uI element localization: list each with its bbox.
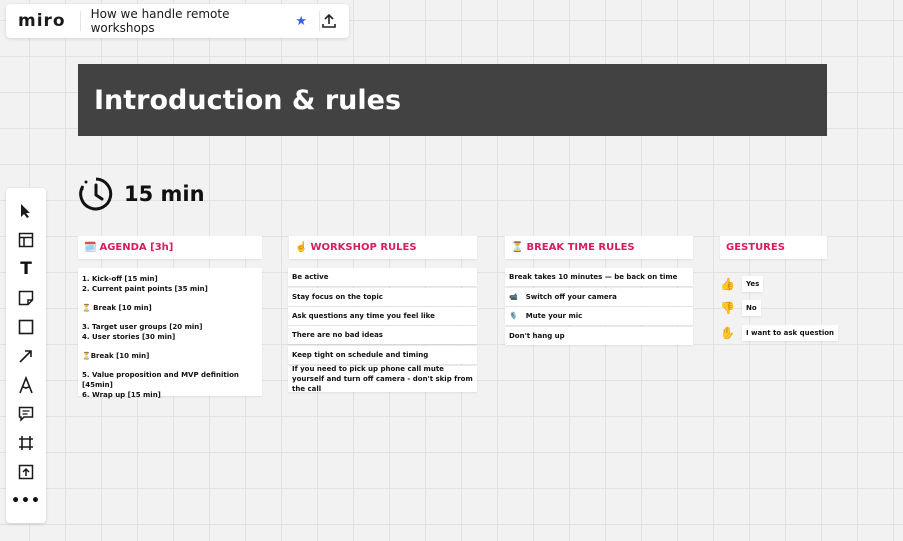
miro-logo[interactable]: miro	[18, 11, 66, 31]
agenda-header[interactable]: 🗓️ AGENDA [3h]	[78, 236, 262, 259]
agenda-line: 6. Wrap up [15 min]	[82, 391, 161, 399]
gesture-label: No	[742, 300, 761, 316]
templates-icon[interactable]	[16, 230, 36, 250]
star-icon[interactable]: ★	[295, 14, 307, 29]
break-rule[interactable]: 🎙️ Mute your mic	[505, 307, 693, 325]
pen-icon[interactable]	[16, 375, 36, 395]
divider	[79, 11, 81, 31]
page-title: Introduction & rules	[94, 84, 402, 116]
workshop-rule[interactable]: Be active	[288, 268, 477, 286]
gesture-item[interactable]: ✋ I want to ask question	[720, 325, 839, 341]
gesture-label: Yes	[742, 276, 764, 292]
gestures-header[interactable]: GESTURES	[720, 236, 827, 259]
break-rule[interactable]: 📹 Switch off your camera	[505, 288, 693, 306]
thumbs-up-icon: 👍	[720, 277, 735, 291]
agenda-card[interactable]: 1. Kick-off [15 min] 2. Current paint po…	[78, 268, 262, 399]
break-rule-text: Don't hang up	[509, 332, 565, 340]
workshop-rule[interactable]: If you need to pick up phone call mute y…	[288, 365, 477, 393]
break-rule-text: Mute your mic	[525, 312, 583, 320]
calendar-icon: 🗓️	[84, 242, 97, 253]
agenda-title: AGENDA [3h]	[99, 242, 174, 253]
workshop-rule[interactable]: Keep tight on schedule and timing	[288, 346, 477, 364]
thumbs-down-icon: 👎	[720, 301, 735, 315]
top-bar: miro How we handle remote workshops ★	[6, 4, 349, 38]
gesture-item[interactable]: 👎 No	[720, 300, 761, 316]
raised-hand-icon: ✋	[720, 326, 735, 340]
timer-label: 15 min	[124, 182, 205, 206]
break-rule[interactable]: Don't hang up	[505, 327, 693, 345]
break-rules-title: BREAK TIME RULES	[526, 242, 635, 253]
timer[interactable]: 15 min	[78, 176, 205, 212]
workshop-rules-header[interactable]: ☝️ WORKSHOP RULES	[289, 236, 477, 259]
gesture-label: I want to ask question	[742, 325, 839, 341]
break-rules-header[interactable]: ⏳ BREAK TIME RULES	[505, 236, 693, 259]
agenda-line: 4. User stories [30 min]	[82, 333, 176, 341]
agenda-line: 1. Kick-off [15 min]	[82, 275, 158, 283]
select-cursor-icon[interactable]	[16, 201, 36, 221]
more-icon[interactable]: •••	[11, 491, 40, 511]
title-banner[interactable]: Introduction & rules	[78, 64, 827, 136]
agenda-line: 5. Value proposition and MVP definition …	[82, 371, 239, 389]
workshop-rules-title: WORKSHOP RULES	[310, 242, 417, 253]
pointing-finger-icon: ☝️	[295, 242, 308, 253]
left-toolbar: T •••	[6, 188, 46, 523]
board-title[interactable]: How we handle remote workshops	[91, 7, 288, 35]
break-rule[interactable]: Break takes 10 minutes — be back on time	[505, 268, 693, 286]
break-rule-text: Switch off your camera	[525, 293, 617, 301]
gestures-title: GESTURES	[726, 242, 785, 253]
gesture-item[interactable]: 👍 Yes	[720, 276, 764, 292]
workshop-rule[interactable]: There are no bad ideas	[288, 326, 477, 344]
agenda-line: ⏳Break [10 min]	[82, 352, 150, 360]
text-icon[interactable]: T	[16, 259, 36, 279]
microphone-icon: 🎙️	[509, 312, 518, 320]
upload-icon[interactable]	[16, 462, 36, 482]
frame-icon[interactable]	[16, 433, 36, 453]
comment-icon[interactable]	[16, 404, 36, 424]
arrow-icon[interactable]	[16, 346, 36, 366]
workshop-rule[interactable]: Stay focus on the topic	[288, 288, 477, 306]
share-upload-icon[interactable]	[320, 11, 339, 31]
timer-icon	[79, 177, 113, 211]
shape-icon[interactable]	[16, 317, 36, 337]
hourglass-icon: ⏳	[511, 242, 524, 253]
sticky-note-icon[interactable]	[16, 288, 36, 308]
agenda-line: 2. Current paint points [35 min]	[82, 285, 208, 293]
agenda-line: 3. Target user groups [20 min]	[82, 323, 203, 331]
video-camera-icon: 📹	[509, 293, 518, 301]
workshop-rule[interactable]: Ask questions any time you feel like	[288, 307, 477, 325]
break-rule-text: Break takes 10 minutes — be back on time	[509, 273, 678, 281]
agenda-line: ⏳ Break [10 min]	[82, 304, 152, 312]
